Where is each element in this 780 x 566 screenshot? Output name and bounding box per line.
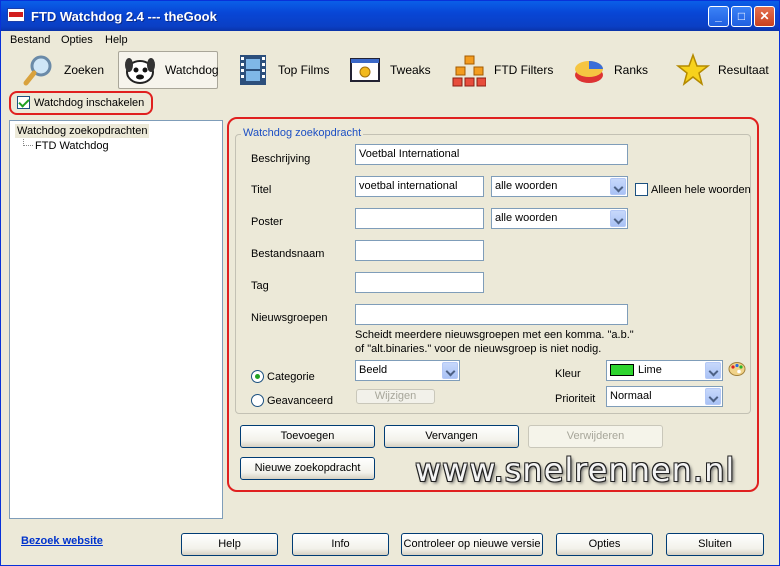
prioriteit-label: Prioriteit <box>555 393 596 405</box>
info-button[interactable]: Info <box>292 533 389 556</box>
beschrijving-label: Beschrijving <box>251 153 311 165</box>
maximize-button[interactable]: □ <box>731 6 752 27</box>
verwijderen-button[interactable]: Verwijderen <box>528 425 663 448</box>
close-button[interactable]: ✕ <box>754 6 775 27</box>
kleur-label: Kleur <box>555 368 581 380</box>
menu-bar: Bestand Opties Help <box>2 31 778 49</box>
app-icon <box>7 8 25 22</box>
chevron-down-icon[interactable] <box>705 388 721 405</box>
poster-mode-select[interactable]: alle woorden <box>491 208 628 229</box>
geavanceerd-radio[interactable] <box>251 394 264 407</box>
poster-label: Poster <box>251 216 283 228</box>
bestandsnaam-label: Bestandsnaam <box>251 248 325 260</box>
toolbar-zoeken[interactable]: Zoeken <box>18 51 108 89</box>
hele-woorden-checkbox[interactable] <box>635 183 648 196</box>
poster-input[interactable] <box>355 208 484 229</box>
star-icon <box>675 52 711 87</box>
minimize-button[interactable]: _ <box>708 6 729 27</box>
prioriteit-select[interactable]: Normaal <box>606 386 723 407</box>
menu-help[interactable]: Help <box>105 34 128 46</box>
categorie-radio[interactable] <box>251 370 264 383</box>
app-window: FTD Watchdog 2.4 --- theGook _ □ ✕ Besta… <box>0 0 780 566</box>
nieuwe-zoekopdracht-button[interactable]: Nieuwe zoekopdracht <box>240 457 375 480</box>
sluiten-button[interactable]: Sluiten <box>666 533 764 556</box>
chevron-down-icon[interactable] <box>442 362 458 379</box>
color-swatch <box>610 364 634 377</box>
categorie-value: Beeld <box>359 364 388 376</box>
poster-mode-value: alle woorden <box>495 212 558 224</box>
categorie-label: Categorie <box>267 371 315 383</box>
chevron-down-icon[interactable] <box>610 210 626 227</box>
film-strip-icon <box>236 53 270 87</box>
toevoegen-button[interactable]: Toevoegen <box>240 425 375 448</box>
toolbar-watchdog[interactable]: Watchdog <box>118 51 219 89</box>
chevron-down-icon[interactable] <box>705 362 721 379</box>
hele-woorden-label: Alleen hele woorden <box>651 184 751 196</box>
bestandsnaam-input[interactable] <box>355 240 484 261</box>
kleur-value: Lime <box>638 364 662 376</box>
geavanceerd-label: Geavanceerd <box>267 395 334 407</box>
watchdog-icon <box>123 53 157 87</box>
titel-mode-value: alle woorden <box>495 180 558 192</box>
enable-highlight: Watchdog inschakelen <box>9 91 153 115</box>
toolbar-top-films[interactable]: Top Films <box>232 51 332 89</box>
nieuwsgroepen-label: Nieuwsgroepen <box>251 312 328 324</box>
ranks-icon <box>572 53 606 87</box>
toolbar: Zoeken Watchdog Top Films Tweaks FTD Fil… <box>2 49 778 91</box>
help-button[interactable]: Help <box>181 533 278 556</box>
tweaks-icon <box>348 53 382 87</box>
tree-child-item[interactable]: FTD Watchdog <box>35 140 109 152</box>
toolbar-ranks[interactable]: Ranks <box>568 51 658 89</box>
nieuwsgroepen-hint-1: Scheidt meerdere nieuwsgroepen met een k… <box>355 329 634 341</box>
titel-label: Titel <box>251 184 272 196</box>
toolbar-tweaks[interactable]: Tweaks <box>344 51 440 89</box>
palette-icon[interactable] <box>728 361 746 377</box>
opties-button[interactable]: Opties <box>556 533 653 556</box>
chevron-down-icon[interactable] <box>610 178 626 195</box>
magnifier-icon <box>22 53 56 87</box>
titel-mode-select[interactable]: alle woorden <box>491 176 628 197</box>
tree-root-item[interactable]: Watchdog zoekopdrachten <box>15 124 150 138</box>
window-title: FTD Watchdog 2.4 --- theGook <box>31 9 217 24</box>
check-update-button[interactable]: Controleer op nieuwe versie <box>401 533 543 556</box>
titel-input[interactable]: voetbal international <box>355 176 484 197</box>
categorie-select[interactable]: Beeld <box>355 360 460 381</box>
kleur-select[interactable]: Lime <box>606 360 723 381</box>
watchdog-enable-checkbox[interactable] <box>17 96 30 109</box>
toolbar-ftd-filters[interactable]: FTD Filters <box>448 51 558 89</box>
group-title: Watchdog zoekopdracht <box>241 127 364 139</box>
tag-label: Tag <box>251 280 269 292</box>
vervangen-button[interactable]: Vervangen <box>384 425 519 448</box>
nieuwsgroepen-input[interactable] <box>355 304 628 325</box>
search-tree: Watchdog zoekopdrachten FTD Watchdog <box>9 120 223 519</box>
watchdog-enable-label: Watchdog inschakelen <box>34 97 145 109</box>
nieuwsgroepen-hint-2: of "alt.binaries." voor de nieuwsgroep i… <box>355 343 602 355</box>
wijzigen-button[interactable]: Wijzigen <box>356 389 435 404</box>
beschrijving-input[interactable]: Voetbal International <box>355 144 628 165</box>
filters-icon <box>452 53 487 87</box>
menu-bestand[interactable]: Bestand <box>10 34 50 46</box>
watermark-text: www.snelrennen.nl <box>415 451 736 489</box>
tag-input[interactable] <box>355 272 484 293</box>
menu-opties[interactable]: Opties <box>61 34 93 46</box>
title-bar[interactable]: FTD Watchdog 2.4 --- theGook _ □ ✕ <box>1 1 779 31</box>
toolbar-resultaat[interactable]: Resultaat <box>672 51 772 89</box>
bezoek-website-link[interactable]: Bezoek website <box>21 535 103 547</box>
tree-connector <box>23 139 33 146</box>
prioriteit-value: Normaal <box>610 390 652 402</box>
